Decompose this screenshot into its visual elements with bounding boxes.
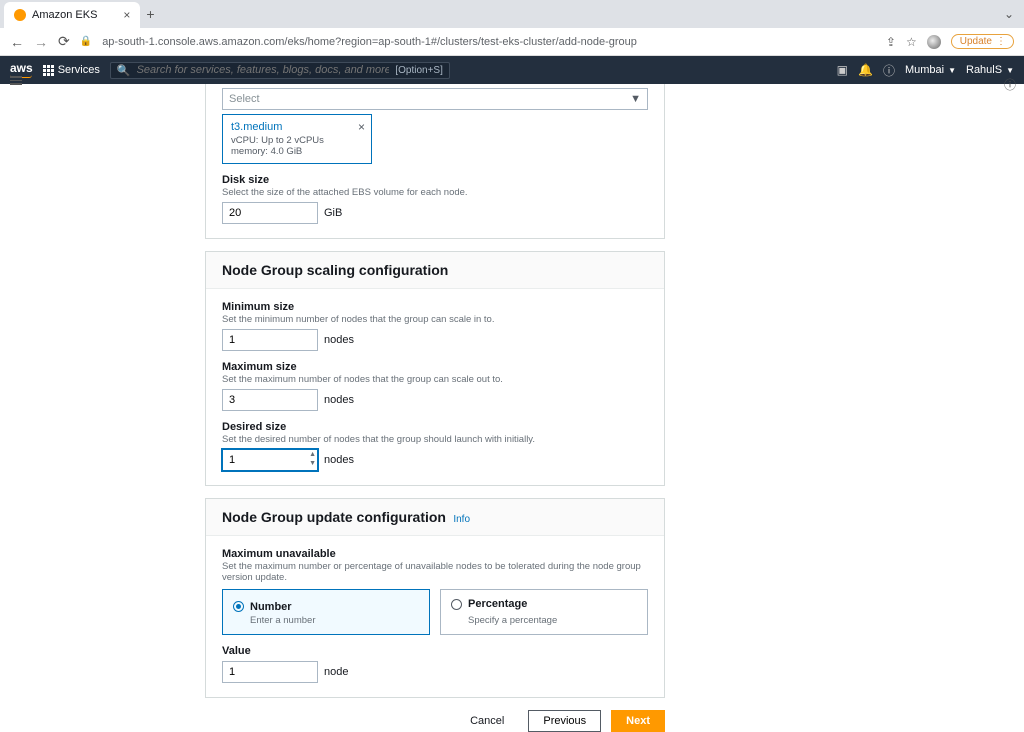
help-icon[interactable]: ⓘ — [883, 62, 895, 79]
back-icon[interactable]: ← — [10, 34, 24, 50]
select-placeholder: Select — [229, 93, 260, 105]
option-percentage[interactable]: Percentage Specify a percentage — [440, 589, 648, 635]
opt-percent-hint: Specify a percentage — [468, 615, 637, 626]
lock-icon: 🔒 — [80, 36, 92, 47]
remove-chip-icon[interactable]: × — [358, 120, 365, 134]
chip-memory: memory: 4.0 GiB — [231, 146, 302, 157]
tab-title: Amazon EKS — [32, 9, 97, 21]
tabs-chevron-icon[interactable]: ⌄ — [1004, 7, 1014, 21]
scaling-header: Node Group scaling configuration — [222, 262, 648, 278]
region-selector[interactable]: Mumbai ▼ — [905, 64, 956, 76]
desired-size-help: Set the desired number of nodes that the… — [222, 434, 648, 445]
new-tab-button[interactable]: + — [140, 6, 160, 22]
next-button[interactable]: Next — [611, 710, 665, 732]
option-number[interactable]: Number Enter a number — [222, 589, 430, 635]
share-icon[interactable]: ⇪ — [886, 35, 896, 49]
disk-size-unit: GiB — [324, 207, 342, 219]
max-size-help: Set the maximum number of nodes that the… — [222, 374, 648, 385]
disk-size-help: Select the size of the attached EBS volu… — [222, 187, 648, 198]
min-size-label: Minimum size — [222, 301, 648, 313]
desired-size-unit: nodes — [324, 454, 354, 466]
update-header: Node Group update configuration — [222, 509, 446, 525]
nav-search[interactable]: 🔍 [Option+S] — [110, 62, 450, 79]
notifications-bell-icon[interactable]: 🔔 — [858, 63, 873, 77]
search-kbd-hint: [Option+S] — [395, 65, 443, 76]
services-menu[interactable]: Services — [43, 64, 100, 76]
chevron-down-icon: ▼ — [630, 93, 641, 105]
scaling-config-panel: Node Group scaling configuration Minimum… — [205, 251, 665, 486]
min-size-unit: nodes — [324, 334, 354, 346]
value-input[interactable] — [222, 661, 318, 683]
profile-avatar-icon[interactable] — [927, 35, 941, 49]
min-size-help: Set the minimum number of nodes that the… — [222, 314, 648, 325]
cloudshell-icon[interactable]: ▣ — [837, 63, 848, 77]
min-size-input[interactable] — [222, 329, 318, 351]
wizard-footer: Cancel Previous Next — [205, 710, 665, 732]
chip-title: t3.medium — [231, 121, 363, 133]
disk-size-label: Disk size — [222, 174, 648, 186]
max-size-label: Maximum size — [222, 361, 648, 373]
nav-search-input[interactable] — [137, 64, 390, 76]
info-link[interactable]: Info — [453, 514, 470, 525]
radio-icon — [233, 601, 244, 612]
search-icon: 🔍 — [117, 64, 131, 77]
address-bar: ← → ⟳ 🔒 ap-south-1.console.aws.amazon.co… — [0, 28, 1024, 56]
update-config-panel: Node Group update configuration Info Max… — [205, 498, 665, 698]
max-unavail-help: Set the maximum number or percentage of … — [222, 561, 648, 583]
services-grid-icon — [43, 65, 54, 76]
opt-percent-label: Percentage — [468, 598, 527, 610]
aws-top-nav: aws Services 🔍 [Option+S] ▣ 🔔 ⓘ Mumbai ▼… — [0, 56, 1024, 84]
kebab-icon: ⋮ — [996, 36, 1005, 47]
sidebar-toggle-icon[interactable] — [10, 76, 22, 85]
region-label: Mumbai — [905, 64, 944, 76]
tab-strip: Amazon EKS × + ⌄ — [0, 0, 1024, 28]
value-unit: node — [324, 666, 348, 678]
reload-icon[interactable]: ⟳ — [58, 33, 70, 50]
desired-size-label: Desired size — [222, 421, 648, 433]
opt-number-hint: Enter a number — [250, 615, 419, 626]
instance-type-chip: t3.medium vCPU: Up to 2 vCPUs memory: 4.… — [222, 114, 372, 164]
bookmark-star-icon[interactable]: ☆ — [906, 35, 917, 49]
cancel-button[interactable]: Cancel — [456, 710, 518, 732]
disk-size-input[interactable] — [222, 202, 318, 224]
max-unavail-label: Maximum unavailable — [222, 548, 648, 560]
chip-vcpu: vCPU: Up to 2 vCPUs — [231, 135, 324, 146]
url-text[interactable]: ap-south-1.console.aws.amazon.com/eks/ho… — [102, 36, 876, 48]
chrome-update-button[interactable]: Update ⋮ — [951, 34, 1014, 49]
services-label: Services — [58, 64, 100, 76]
spinner-icon[interactable]: ▲▼ — [309, 450, 316, 468]
max-size-unit: nodes — [324, 394, 354, 406]
info-panel-icon[interactable]: ⓘ — [1004, 76, 1016, 93]
aws-favicon — [14, 9, 26, 21]
previous-button[interactable]: Previous — [528, 710, 601, 732]
close-tab-icon[interactable]: × — [123, 8, 130, 22]
opt-number-label: Number — [250, 601, 292, 613]
chevron-down-icon: ▼ — [1006, 66, 1014, 75]
chevron-down-icon: ▼ — [948, 66, 956, 75]
user-label: RahulS — [966, 64, 1002, 76]
value-label: Value — [222, 645, 648, 657]
radio-icon — [451, 599, 462, 610]
desired-size-input[interactable] — [222, 449, 318, 471]
browser-tab[interactable]: Amazon EKS × — [4, 2, 140, 28]
user-menu[interactable]: RahulS ▼ — [966, 64, 1014, 76]
update-label: Update — [960, 36, 992, 47]
instance-type-select[interactable]: Select ▼ — [222, 88, 648, 110]
max-size-input[interactable] — [222, 389, 318, 411]
forward-icon: → — [34, 34, 48, 50]
